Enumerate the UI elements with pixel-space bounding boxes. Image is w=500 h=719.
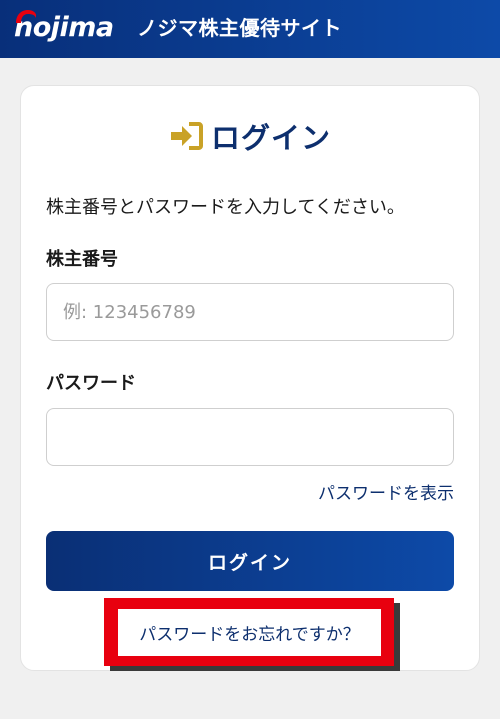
sign-in-icon bbox=[170, 122, 203, 150]
forgot-password-area: パスワードをお忘れですか？ bbox=[118, 609, 381, 656]
page-title: ログイン bbox=[210, 121, 331, 155]
password-label: パスワード bbox=[46, 373, 136, 394]
red-arc-icon bbox=[16, 10, 36, 23]
shareholder-number-input[interactable] bbox=[46, 283, 454, 341]
login-instruction: 株主番号とパスワードを入力してください。 bbox=[46, 197, 405, 218]
forgot-password-link[interactable]: パスワードをお忘れですか？ bbox=[139, 620, 360, 645]
site-title: ノジマ株主優待サイト bbox=[137, 16, 342, 40]
login-heading: ログイン bbox=[0, 116, 500, 156]
password-input[interactable] bbox=[46, 408, 454, 466]
nojima-logo[interactable]: nojima bbox=[14, 10, 114, 46]
app-header: nojima ノジマ株主優待サイト bbox=[0, 0, 500, 58]
shareholder-number-label: 株主番号 bbox=[46, 249, 118, 270]
login-button[interactable]: ログイン bbox=[46, 531, 454, 591]
show-password-link[interactable]: パスワードを表示 bbox=[318, 479, 454, 504]
